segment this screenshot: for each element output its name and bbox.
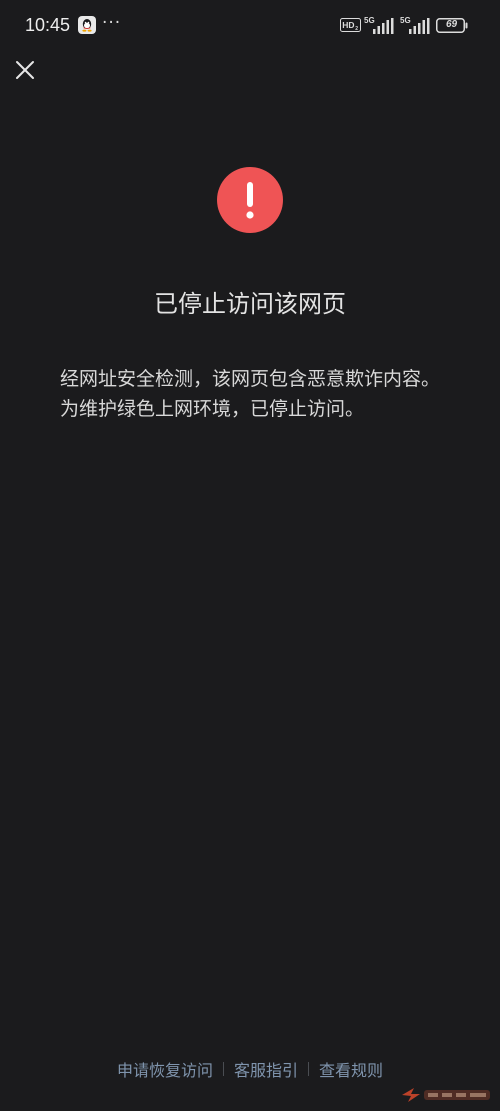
watermark-logo <box>402 1088 490 1102</box>
svg-text:HD: HD <box>342 20 354 30</box>
status-time: 10:45 <box>25 15 71 35</box>
qq-icon <box>78 16 96 34</box>
footer-links: 申请恢复访问 客服指引 查看规则 <box>0 1057 500 1083</box>
request-restore-access-link[interactable]: 申请恢复访问 <box>117 1057 213 1081</box>
close-button[interactable] <box>12 57 38 83</box>
page-title: 已停止访问该网页 <box>154 290 346 318</box>
customer-service-guide-link[interactable]: 客服指引 <box>234 1057 298 1081</box>
svg-text:2: 2 <box>355 26 358 32</box>
battery-level: 69 <box>445 19 458 30</box>
status-bar: 10:45 ··· HD 2 5G 5G 69 <box>0 0 500 52</box>
close-icon <box>16 61 34 79</box>
signal-icon <box>373 18 394 34</box>
block-message: 经网址安全检测，该网页包含恶意欺诈内容。为维护绿色上网环境，已停止访问。 <box>60 368 441 420</box>
signal-icon <box>409 18 430 34</box>
warning-badge <box>217 167 283 233</box>
more-dots-icon: ··· <box>102 13 122 33</box>
footer-divider <box>222 1062 224 1076</box>
hd-icon: HD 2 <box>340 18 361 32</box>
view-rules-link[interactable]: 查看规则 <box>319 1057 383 1081</box>
exclamation-icon <box>246 182 254 219</box>
footer-divider <box>308 1062 309 1076</box>
